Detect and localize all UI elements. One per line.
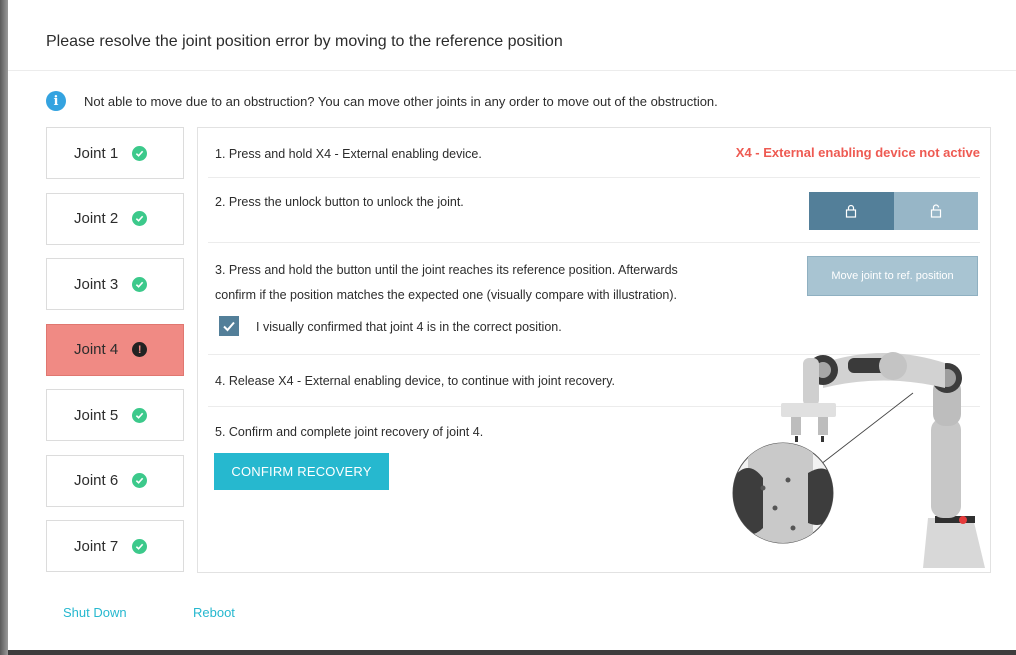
- unlock-button[interactable]: [893, 192, 978, 230]
- robot-arm-illustration: [732, 352, 985, 568]
- confirm-recovery-button[interactable]: CONFIRM RECOVERY: [214, 453, 389, 490]
- check-circle-icon: [132, 407, 148, 423]
- joint-label: Joint 1: [74, 144, 119, 162]
- joint-item-4[interactable]: Joint 4 !: [46, 323, 184, 376]
- visual-confirm-checkbox[interactable]: [219, 316, 239, 336]
- check-circle-icon: [132, 276, 148, 292]
- enabling-device-error: X4 - External enabling device not active: [735, 145, 980, 160]
- joint-label: Joint 7: [74, 537, 119, 555]
- exclamation-circle-icon: !: [132, 342, 148, 357]
- lock-button[interactable]: [809, 192, 894, 230]
- joint-list: Joint 1 Joint 2 Joint 3 Joint 4 ! Joint …: [46, 127, 184, 586]
- joint-item-7[interactable]: Joint 7: [46, 520, 184, 572]
- check-circle-icon: [132, 211, 148, 226]
- step-2-text: 2. Press the unlock button to unlock the…: [215, 195, 464, 209]
- shutdown-link[interactable]: Shut Down: [63, 605, 127, 620]
- joint-item-6[interactable]: Joint 6: [46, 454, 184, 507]
- joint-label: Joint 6: [74, 472, 119, 489]
- joint-label: Joint 2: [74, 210, 119, 227]
- info-row: i Not able to move due to an obstruction…: [46, 90, 718, 112]
- step-1-text: 1. Press and hold X4 - External enabling…: [215, 147, 482, 161]
- joint-item-3[interactable]: Joint 3: [46, 258, 184, 310]
- check-circle-icon: [132, 538, 148, 554]
- info-text: Not able to move due to an obstruction? …: [84, 93, 718, 109]
- step-4-text: 4. Release X4 - External enabling device…: [215, 374, 615, 388]
- divider: [208, 242, 980, 243]
- dialog-title: Please resolve the joint position error …: [46, 33, 563, 50]
- joint-recovery-dialog: Please resolve the joint position error …: [8, 0, 1016, 650]
- move-to-reference-button[interactable]: Move joint to ref. position: [807, 256, 978, 296]
- joint-item-2[interactable]: Joint 2: [46, 192, 184, 245]
- recovery-steps-panel: 1. Press and hold X4 - External enabling…: [197, 127, 991, 573]
- window-bottom-edge: [8, 650, 1016, 655]
- checkmark-icon: [223, 321, 235, 332]
- info-icon: i: [46, 91, 66, 111]
- joint-label: Joint 4: [74, 341, 119, 358]
- joint-item-1[interactable]: Joint 1: [46, 127, 184, 179]
- lock-icon: [846, 204, 857, 218]
- step-3-text-line1: 3. Press and hold the button until the j…: [215, 263, 678, 277]
- unlock-icon: [930, 204, 941, 218]
- visual-confirm-label: I visually confirmed that joint 4 is in …: [256, 320, 562, 334]
- check-circle-icon: [132, 145, 148, 161]
- check-circle-icon: [132, 473, 148, 488]
- joint-label: Joint 5: [74, 406, 119, 424]
- step-3-text-line2: confirm if the position matches the expe…: [215, 288, 678, 302]
- joint-item-5[interactable]: Joint 5: [46, 389, 184, 441]
- title-divider: [8, 70, 1016, 71]
- divider: [208, 177, 980, 178]
- window-edge: [0, 0, 8, 655]
- reboot-link[interactable]: Reboot: [193, 605, 235, 620]
- step-5-text: 5. Confirm and complete joint recovery o…: [215, 425, 484, 439]
- joint-label: Joint 3: [74, 275, 119, 293]
- lock-toggle: [809, 192, 978, 230]
